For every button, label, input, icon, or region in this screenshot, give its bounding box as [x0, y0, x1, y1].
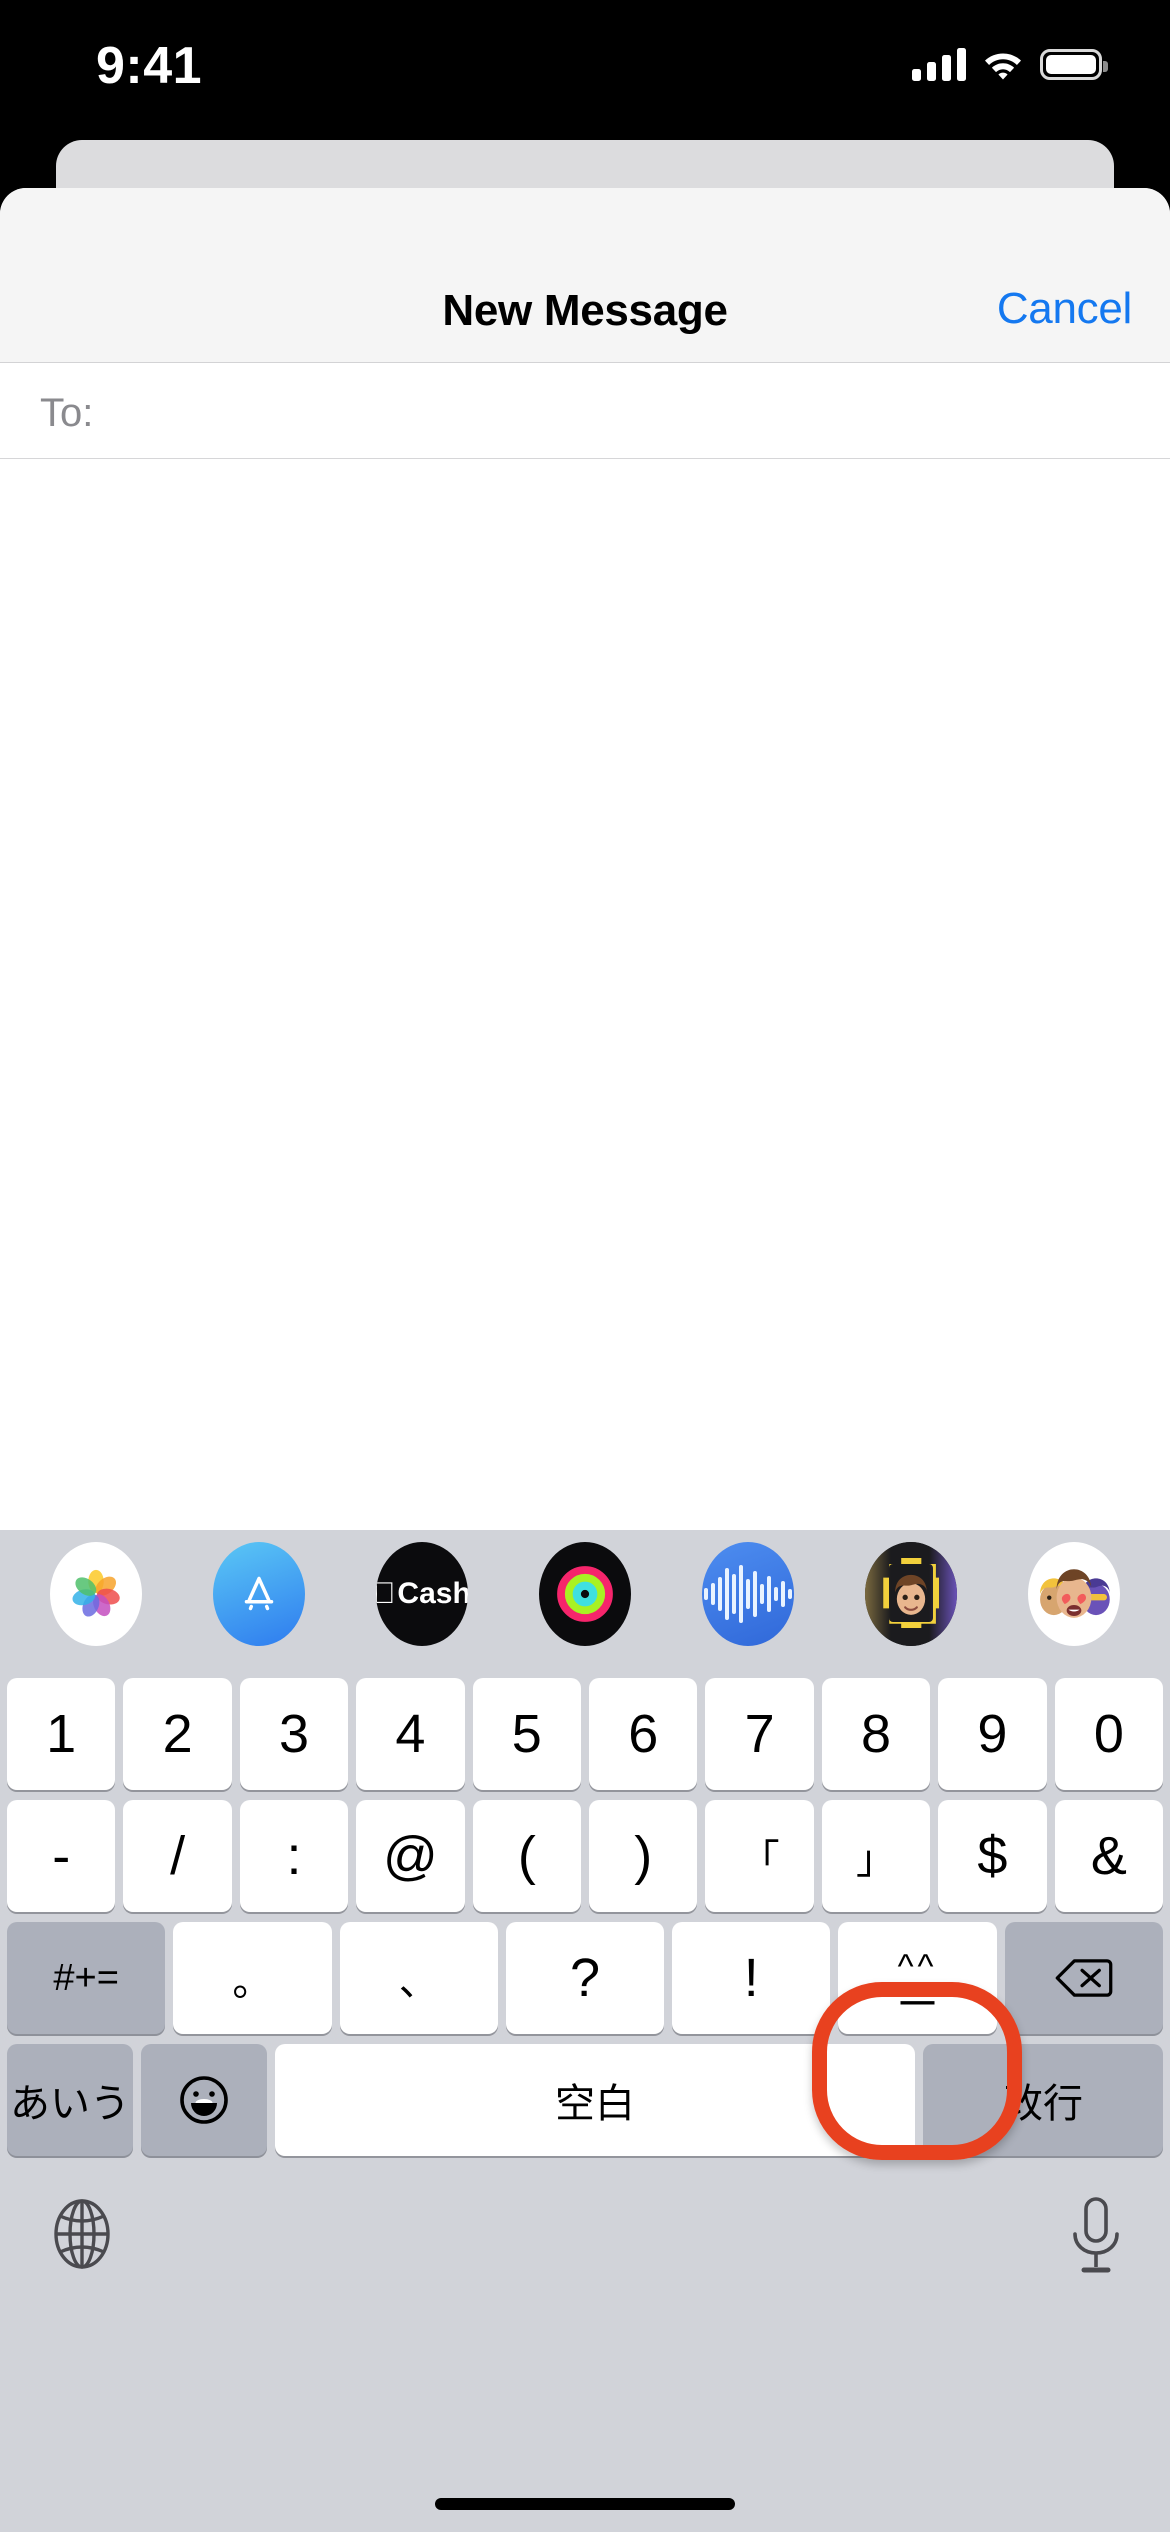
- home-indicator[interactable]: [435, 2498, 735, 2510]
- status-bar-indicators: [912, 42, 1108, 86]
- key-at[interactable]: @: [356, 1800, 465, 1912]
- key-paren-open[interactable]: (: [472, 1800, 582, 1912]
- page-title: New Message: [442, 286, 728, 335]
- status-bar-time: 9:41: [96, 37, 203, 95]
- dictation-microphone-icon[interactable]: [1066, 2196, 1126, 2278]
- wifi-icon: [982, 47, 1024, 81]
- status-bar: 9:41: [0, 0, 1170, 142]
- key-3[interactable]: 3: [239, 1678, 349, 1790]
- key-1[interactable]: 1: [7, 1678, 116, 1790]
- key-2[interactable]: 2: [123, 1678, 232, 1790]
- key-corner-bracket-close[interactable]: 」: [821, 1800, 931, 1912]
- ideographic-comma-key[interactable]: 、: [339, 1922, 498, 2034]
- delete-key[interactable]: [1004, 1922, 1163, 2034]
- question-mark-key[interactable]: ?: [505, 1922, 665, 2034]
- recipient-row[interactable]: To:: [0, 363, 1170, 459]
- key-0[interactable]: 0: [1054, 1678, 1164, 1790]
- keyboard-bottom-bar: [0, 2170, 1170, 2330]
- to-field-label: To:: [40, 391, 94, 435]
- key-5[interactable]: 5: [472, 1678, 582, 1790]
- app-icon-apple-cash[interactable]:  Cash: [375, 1542, 468, 1646]
- kana-switch-key[interactable]: あいう: [7, 2044, 133, 2156]
- app-icon-app-store[interactable]: [212, 1542, 305, 1646]
- keyboard-row-bottom: あいう 空白 改行: [0, 2044, 1170, 2156]
- app-icon-photos[interactable]: [49, 1542, 142, 1646]
- imessage-app-strip:  Cash: [0, 1530, 1170, 1658]
- key-dollar[interactable]: $: [938, 1800, 1047, 1912]
- kaomoji-key[interactable]: ^^ —: [838, 1922, 997, 2034]
- iphone-screen: 9:41 New Message Cancel To: Cash 1 2 3 4…: [0, 0, 1170, 2532]
- app-icon-memoji[interactable]: [865, 1542, 958, 1646]
- keyboard-row-symbols: - / : @ ( ) 「 」 $ &: [0, 1800, 1170, 1912]
- key-6[interactable]: 6: [589, 1678, 698, 1790]
- delete-icon: [1055, 1959, 1113, 1997]
- key-corner-bracket-open[interactable]: 「: [705, 1800, 814, 1912]
- emoji-key[interactable]: [141, 2044, 267, 2156]
- app-icon-fitness[interactable]: [538, 1542, 631, 1646]
- return-key[interactable]: 改行: [923, 2044, 1163, 2156]
- smiley-icon: [180, 2076, 228, 2124]
- key-9[interactable]: 9: [938, 1678, 1047, 1790]
- apple-logo-icon: : [376, 1579, 396, 1609]
- japanese-keyboard:  Cash: [0, 1530, 1170, 2532]
- key-hyphen[interactable]: -: [7, 1800, 116, 1912]
- keyboard-row-punctuation: #+= 。 、 ? ! ^^ —: [0, 1922, 1170, 2034]
- cancel-button[interactable]: Cancel: [997, 284, 1132, 334]
- key-4[interactable]: 4: [356, 1678, 465, 1790]
- ideographic-full-stop-key[interactable]: 。: [173, 1922, 332, 2034]
- app-icon-audio-message[interactable]: [702, 1542, 795, 1646]
- navigation-bar: New Message Cancel: [0, 188, 1170, 363]
- space-key[interactable]: 空白: [275, 2044, 915, 2156]
- key-8[interactable]: 8: [821, 1678, 931, 1790]
- app-icon-label: Cash: [386, 1577, 467, 1610]
- exclamation-mark-key[interactable]: !: [672, 1922, 831, 2034]
- cellular-signal-icon: [912, 47, 966, 81]
- app-icon-memoji-stickers[interactable]: [1028, 1542, 1121, 1646]
- symbols-shift-key[interactable]: #+=: [7, 1922, 166, 2034]
- key-paren-close[interactable]: ): [589, 1800, 698, 1912]
- key-slash[interactable]: /: [123, 1800, 232, 1912]
- key-colon[interactable]: :: [239, 1800, 349, 1912]
- keyboard-row-numbers: 1 2 3 4 5 6 7 8 9 0: [0, 1678, 1170, 1790]
- globe-icon[interactable]: [44, 2196, 120, 2272]
- kaomoji-mouth-label: —: [900, 1982, 935, 2020]
- key-ampersand[interactable]: &: [1054, 1800, 1164, 1912]
- battery-icon: [1040, 48, 1108, 80]
- key-7[interactable]: 7: [705, 1678, 814, 1790]
- waveform-icon: [704, 1564, 793, 1624]
